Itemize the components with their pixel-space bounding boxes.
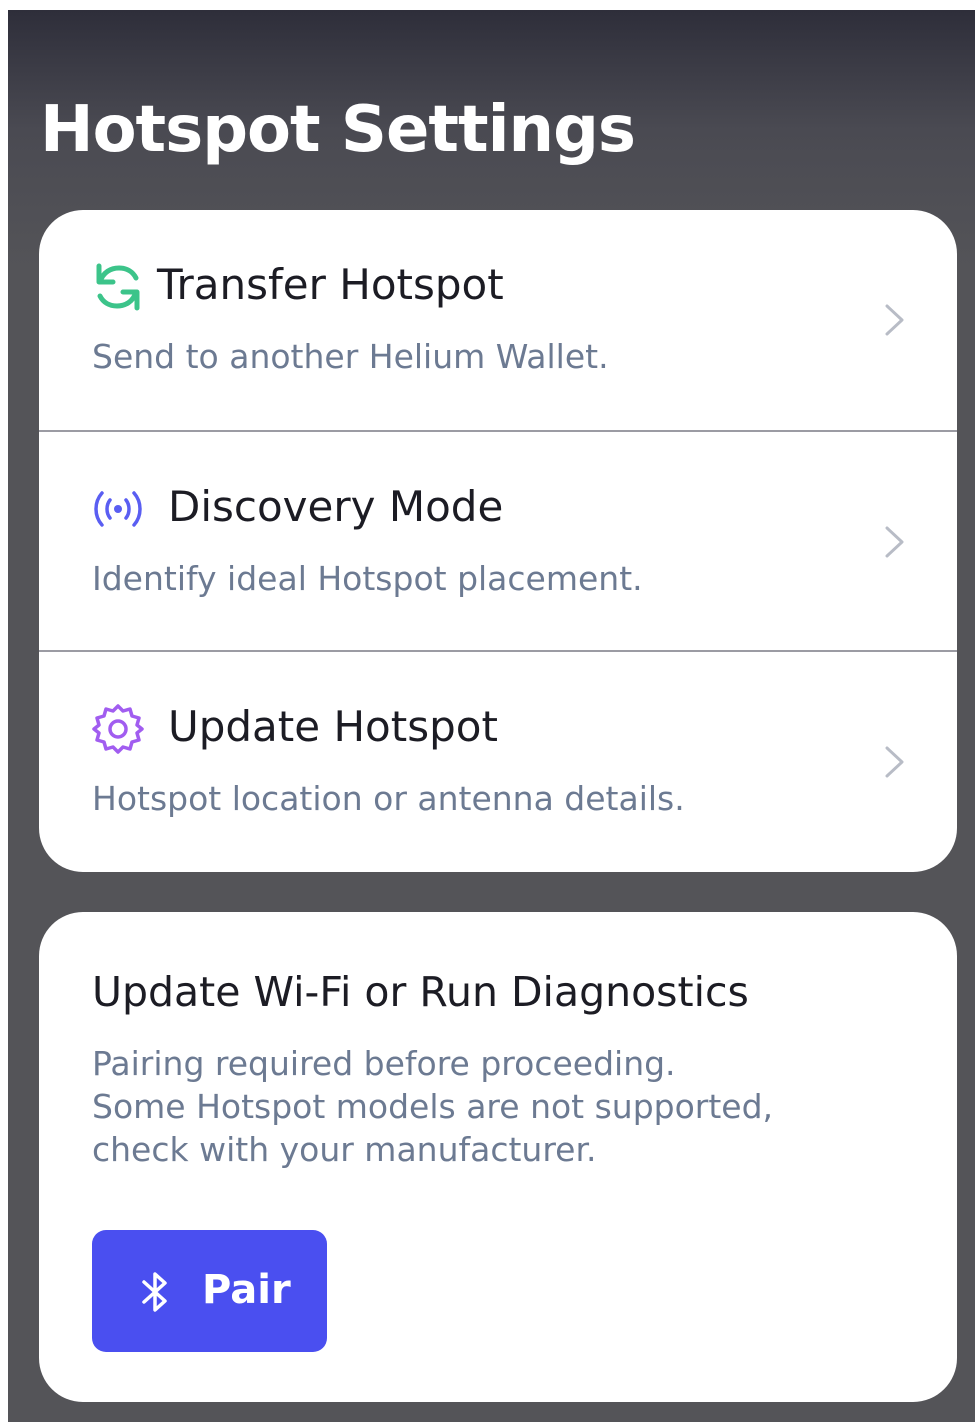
- transfer-icon: [91, 260, 145, 314]
- settings-screen: Hotspot Settings Transfer Hotspot Send t…: [8, 10, 975, 1422]
- pair-button[interactable]: Pair: [92, 1230, 327, 1352]
- hotspot-options-card: Transfer Hotspot Send to another Helium …: [39, 210, 957, 872]
- bluetooth-icon: [138, 1270, 172, 1314]
- broadcast-icon: [91, 482, 145, 536]
- pair-button-label: Pair: [202, 1267, 291, 1313]
- page-title: Hotspot Settings: [40, 93, 636, 167]
- menu-item-discovery-mode[interactable]: Discovery Mode Identify ideal Hotspot pl…: [39, 430, 957, 650]
- menu-item-title: Update Hotspot: [168, 702, 498, 751]
- chevron-right-icon: [883, 302, 907, 338]
- menu-item-subtitle: Identify ideal Hotspot placement.: [92, 559, 643, 598]
- menu-item-update-hotspot[interactable]: Update Hotspot Hotspot location or anten…: [39, 650, 957, 870]
- diagnostics-description: Pairing required before proceeding. Some…: [92, 1042, 773, 1171]
- diagnostics-description-line: Pairing required before proceeding.: [92, 1044, 676, 1083]
- menu-item-subtitle: Hotspot location or antenna details.: [92, 779, 685, 818]
- gear-icon: [91, 702, 145, 756]
- diagnostics-description-line: check with your manufacturer.: [92, 1130, 597, 1169]
- chevron-right-icon: [883, 744, 907, 780]
- menu-item-title: Discovery Mode: [168, 482, 504, 531]
- diagnostics-card: Update Wi-Fi or Run Diagnostics Pairing …: [39, 912, 957, 1402]
- menu-item-title: Transfer Hotspot: [157, 260, 504, 309]
- diagnostics-description-line: Some Hotspot models are not supported,: [92, 1087, 774, 1126]
- chevron-right-icon: [883, 524, 907, 560]
- menu-item-transfer-hotspot[interactable]: Transfer Hotspot Send to another Helium …: [39, 210, 957, 430]
- menu-item-subtitle: Send to another Helium Wallet.: [92, 337, 609, 376]
- diagnostics-title: Update Wi-Fi or Run Diagnostics: [92, 968, 749, 1016]
